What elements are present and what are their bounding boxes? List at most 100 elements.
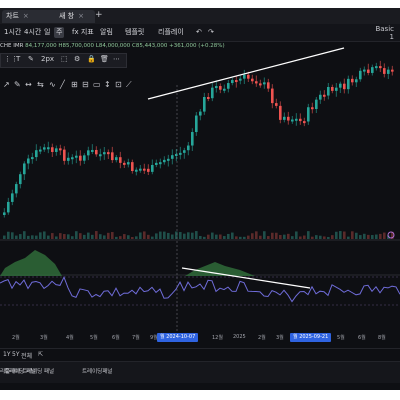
- volume-bar: [243, 236, 246, 239]
- volume-bar: [331, 235, 334, 239]
- candle: [215, 86, 218, 89]
- volume-bar: [347, 236, 350, 239]
- range-5y[interactable]: 5Y: [12, 351, 19, 358]
- candle: [107, 152, 110, 155]
- candle: [343, 83, 346, 90]
- candle: [315, 99, 318, 110]
- range-all[interactable]: 전체: [21, 351, 32, 360]
- volume-bar: [87, 232, 90, 239]
- candle: [167, 158, 170, 161]
- volume-bar: [295, 231, 298, 239]
- goto-date-icon[interactable]: ⇱: [38, 351, 43, 358]
- candle: [123, 162, 126, 165]
- volume-bar: [247, 235, 250, 239]
- x-tick: 3월: [40, 335, 48, 341]
- candle: [19, 174, 22, 185]
- volume-bar: [239, 236, 242, 239]
- candle: [99, 154, 102, 157]
- candle: [387, 69, 390, 74]
- volume-bar: [259, 235, 262, 239]
- bottom-panel-tabs: 트레이딩 패널 리플레이 트레이딩 패널 트레이딩패널: [0, 361, 400, 383]
- candle: [79, 155, 82, 161]
- candle: [75, 155, 78, 158]
- candle: [23, 163, 26, 175]
- candle: [303, 121, 306, 124]
- candle: [83, 155, 86, 161]
- price-trendline[interactable]: [147, 47, 345, 100]
- volume-bar: [335, 231, 338, 239]
- volume-bars: [3, 231, 394, 239]
- candle: [275, 103, 278, 106]
- volume-bar: [135, 236, 138, 239]
- volume-bar: [351, 231, 354, 239]
- tab-trading-panel-2[interactable]: 트레이딩패널: [82, 367, 112, 375]
- volume-bar: [143, 231, 146, 239]
- volume-bar: [39, 232, 42, 239]
- candle: [223, 88, 226, 91]
- volume-bar: [79, 233, 82, 239]
- candle: [135, 169, 138, 172]
- candle: [67, 157, 70, 161]
- volume-bar: [279, 234, 282, 239]
- candle: [271, 88, 274, 104]
- volume-bar: [303, 235, 306, 239]
- candle: [151, 164, 154, 172]
- candle: [339, 83, 342, 88]
- volume-bar: [23, 231, 26, 239]
- candle: [27, 158, 30, 164]
- volume-bar: [179, 232, 182, 239]
- candle: [211, 87, 214, 99]
- candle: [367, 69, 370, 73]
- candle: [63, 149, 66, 161]
- candle: [195, 115, 198, 133]
- candle: [319, 94, 322, 100]
- candle: [347, 78, 350, 90]
- volume-bar: [103, 235, 106, 239]
- range-1y[interactable]: 1Y: [3, 351, 10, 358]
- candle: [335, 87, 338, 91]
- volume-bar: [231, 232, 234, 239]
- x-tick: 7월: [132, 335, 140, 341]
- candle: [179, 152, 182, 155]
- candle: [147, 168, 150, 172]
- volume-bar: [315, 235, 318, 239]
- candle: [103, 152, 106, 155]
- volume-bar: [27, 235, 30, 239]
- x-crosshair-label: 월 2024-10-07: [157, 333, 199, 342]
- x-tick: 3월: [276, 335, 284, 341]
- candle: [375, 66, 378, 69]
- volume-bar: [171, 234, 174, 239]
- volume-bar: [111, 232, 114, 239]
- volume-bar: [319, 235, 322, 239]
- volume-bar: [159, 231, 162, 239]
- volume-bar: [95, 231, 98, 239]
- x-tick: 2월: [12, 335, 20, 341]
- x-axis: 2월 3월 4월 5월 6월 7월 9월 월 2024-10-07 12월 20…: [0, 333, 400, 345]
- candle: [143, 168, 146, 171]
- volume-bar: [203, 236, 206, 239]
- volume-bar: [99, 234, 102, 239]
- x-tick: 6월: [112, 335, 120, 341]
- volume-bar: [71, 236, 74, 239]
- candle: [71, 157, 74, 160]
- candle: [355, 79, 358, 83]
- volume-bar: [107, 232, 110, 239]
- candle: [311, 107, 314, 110]
- volume-bar: [275, 232, 278, 239]
- candle: [191, 132, 194, 146]
- volume-bar: [287, 233, 290, 239]
- volume-bar: [59, 233, 62, 239]
- candle: [155, 162, 158, 165]
- candle: [119, 157, 122, 163]
- candle: [363, 69, 366, 72]
- candle: [283, 116, 286, 120]
- candle: [183, 150, 186, 153]
- volume-bar: [363, 233, 366, 239]
- volume-bar: [7, 231, 10, 239]
- candle: [359, 70, 362, 80]
- volume-bar: [307, 231, 310, 239]
- tab-replay-trading[interactable]: 리플레이 트레이딩 패널: [0, 367, 54, 375]
- candle: [235, 80, 238, 83]
- candle: [95, 149, 98, 155]
- volume-bar: [367, 234, 370, 239]
